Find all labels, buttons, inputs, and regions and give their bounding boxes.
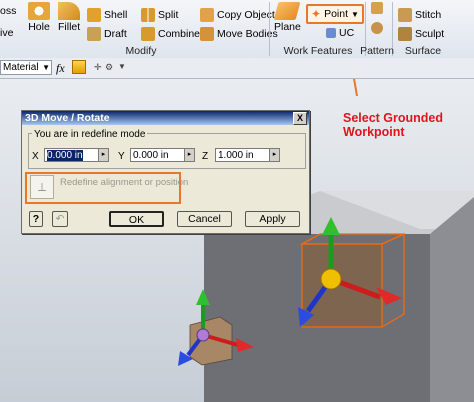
- x-spinner[interactable]: ▸: [98, 148, 109, 162]
- z-value: 1.000 in: [218, 150, 254, 161]
- y-spinner[interactable]: ▸: [184, 148, 195, 162]
- close-button[interactable]: X: [293, 112, 307, 125]
- copy-object-icon: [200, 8, 214, 22]
- point-label: Point: [324, 8, 348, 20]
- split-button[interactable]: Split: [141, 8, 178, 22]
- triad-origin-sphere: [320, 268, 342, 290]
- stitch-label: Stitch: [415, 9, 442, 21]
- shell-label: Shell: [104, 9, 128, 21]
- undo-button[interactable]: ↶: [52, 211, 68, 227]
- copy-object-label: Copy Object: [217, 9, 275, 21]
- fillet-label: Fillet: [58, 21, 81, 33]
- draft-button[interactable]: Draft: [87, 27, 127, 41]
- z-field[interactable]: 1.000 in: [215, 148, 270, 162]
- hole-label: Hole: [28, 21, 50, 33]
- cancel-button[interactable]: Cancel: [177, 211, 232, 227]
- copy-object-button[interactable]: Copy Object: [200, 8, 275, 22]
- stitch-icon: [398, 8, 412, 22]
- plane-button[interactable]: Plane: [274, 2, 301, 33]
- fx-icon[interactable]: fx: [56, 61, 65, 76]
- settings-icon[interactable]: ⚙: [105, 62, 113, 73]
- z-spinner[interactable]: ▸: [269, 148, 280, 162]
- apply-button[interactable]: Apply: [245, 211, 300, 227]
- redefine-button[interactable]: ⟂: [30, 175, 54, 199]
- hole-button[interactable]: Hole: [28, 2, 50, 33]
- z-label: Z: [202, 151, 209, 162]
- stitch-button[interactable]: Stitch: [398, 8, 441, 22]
- ribbon: oss ive Hole Fillet Shell Draft Split Co…: [0, 0, 474, 59]
- chevron-down-icon: ▼: [351, 9, 359, 19]
- callout-text: Select Grounded Workpoint: [343, 111, 443, 139]
- panel-label-pattern: Pattern: [360, 45, 394, 57]
- panel-label-modify: Modify: [125, 45, 157, 57]
- ucs-icon: [326, 28, 336, 38]
- hole-icon: [28, 2, 50, 20]
- fillet-icon: [58, 2, 81, 20]
- dialog-title-bar[interactable]: 3D Move / Rotate X: [22, 111, 309, 125]
- combine-button[interactable]: Combine: [141, 27, 200, 41]
- point-button[interactable]: ✦ Point ▼: [306, 4, 364, 24]
- dialog-title: 3D Move / Rotate: [25, 112, 110, 124]
- mode-label: You are in redefine mode: [32, 129, 148, 140]
- ok-button[interactable]: OK: [109, 211, 164, 227]
- move-rotate-dialog: 3D Move / Rotate X You are in redefine m…: [21, 110, 310, 234]
- grounded-workpoint-sphere: [196, 328, 210, 342]
- sweep-partial-label[interactable]: ive: [0, 27, 13, 39]
- panel-label-work-features: Work Features: [283, 45, 353, 57]
- crosshair-icon[interactable]: ✛: [94, 62, 102, 73]
- sculpt-icon: [398, 27, 412, 41]
- chevron-down-icon[interactable]: ▼: [118, 62, 126, 71]
- redefine-text: Redefine alignment or position: [60, 177, 189, 188]
- point-icon: ✦: [311, 7, 322, 21]
- undo-icon: ↶: [55, 213, 65, 225]
- move-bodies-button[interactable]: Move Bodies: [200, 27, 278, 41]
- callout-line-1: Select Grounded: [343, 111, 444, 125]
- circular-pattern-button[interactable]: [371, 22, 383, 34]
- redefine-icon: ⟂: [37, 180, 46, 194]
- ucs-button[interactable]: UC: [326, 27, 354, 39]
- chevron-down-icon: ▼: [42, 63, 50, 72]
- plane-label: Plane: [274, 21, 301, 33]
- shell-icon: [87, 8, 101, 22]
- panel-label-surface: Surface: [404, 45, 442, 57]
- x-field[interactable]: 0.000 in: [44, 148, 99, 162]
- sculpt-button[interactable]: Sculpt: [398, 27, 444, 41]
- callout-line-2: Workpoint: [343, 125, 405, 139]
- circular-pattern-icon: [371, 22, 383, 34]
- loft-partial-label[interactable]: oss: [0, 5, 16, 17]
- help-button[interactable]: ?: [29, 211, 43, 227]
- fillet-button[interactable]: Fillet: [58, 2, 80, 33]
- plane-icon: [274, 2, 301, 20]
- y-field[interactable]: 0.000 in: [130, 148, 185, 162]
- draft-icon: [87, 27, 101, 41]
- move-bodies-icon: [200, 27, 214, 41]
- shell-button[interactable]: Shell: [87, 8, 127, 22]
- combine-icon: [141, 27, 155, 41]
- split-label: Split: [158, 9, 179, 21]
- sculpt-label: Sculpt: [415, 28, 445, 40]
- rect-pattern-button[interactable]: [371, 2, 383, 14]
- rectangular-pattern-icon: [371, 2, 383, 14]
- material-value: Material: [3, 62, 39, 73]
- y-value: 0.000 in: [133, 150, 169, 161]
- x-value: 0.000 in: [47, 150, 83, 161]
- draft-label: Draft: [104, 28, 127, 40]
- y-label: Y: [118, 151, 125, 162]
- separator: [269, 2, 270, 56]
- appearance-icon[interactable]: [72, 60, 86, 74]
- combine-label: Combine: [158, 28, 201, 40]
- material-dropdown[interactable]: Material ▼: [0, 60, 52, 75]
- x-label: X: [32, 151, 39, 162]
- ucs-label: UC: [339, 27, 355, 39]
- callout-leader-line: [353, 79, 358, 97]
- split-icon: [141, 8, 155, 22]
